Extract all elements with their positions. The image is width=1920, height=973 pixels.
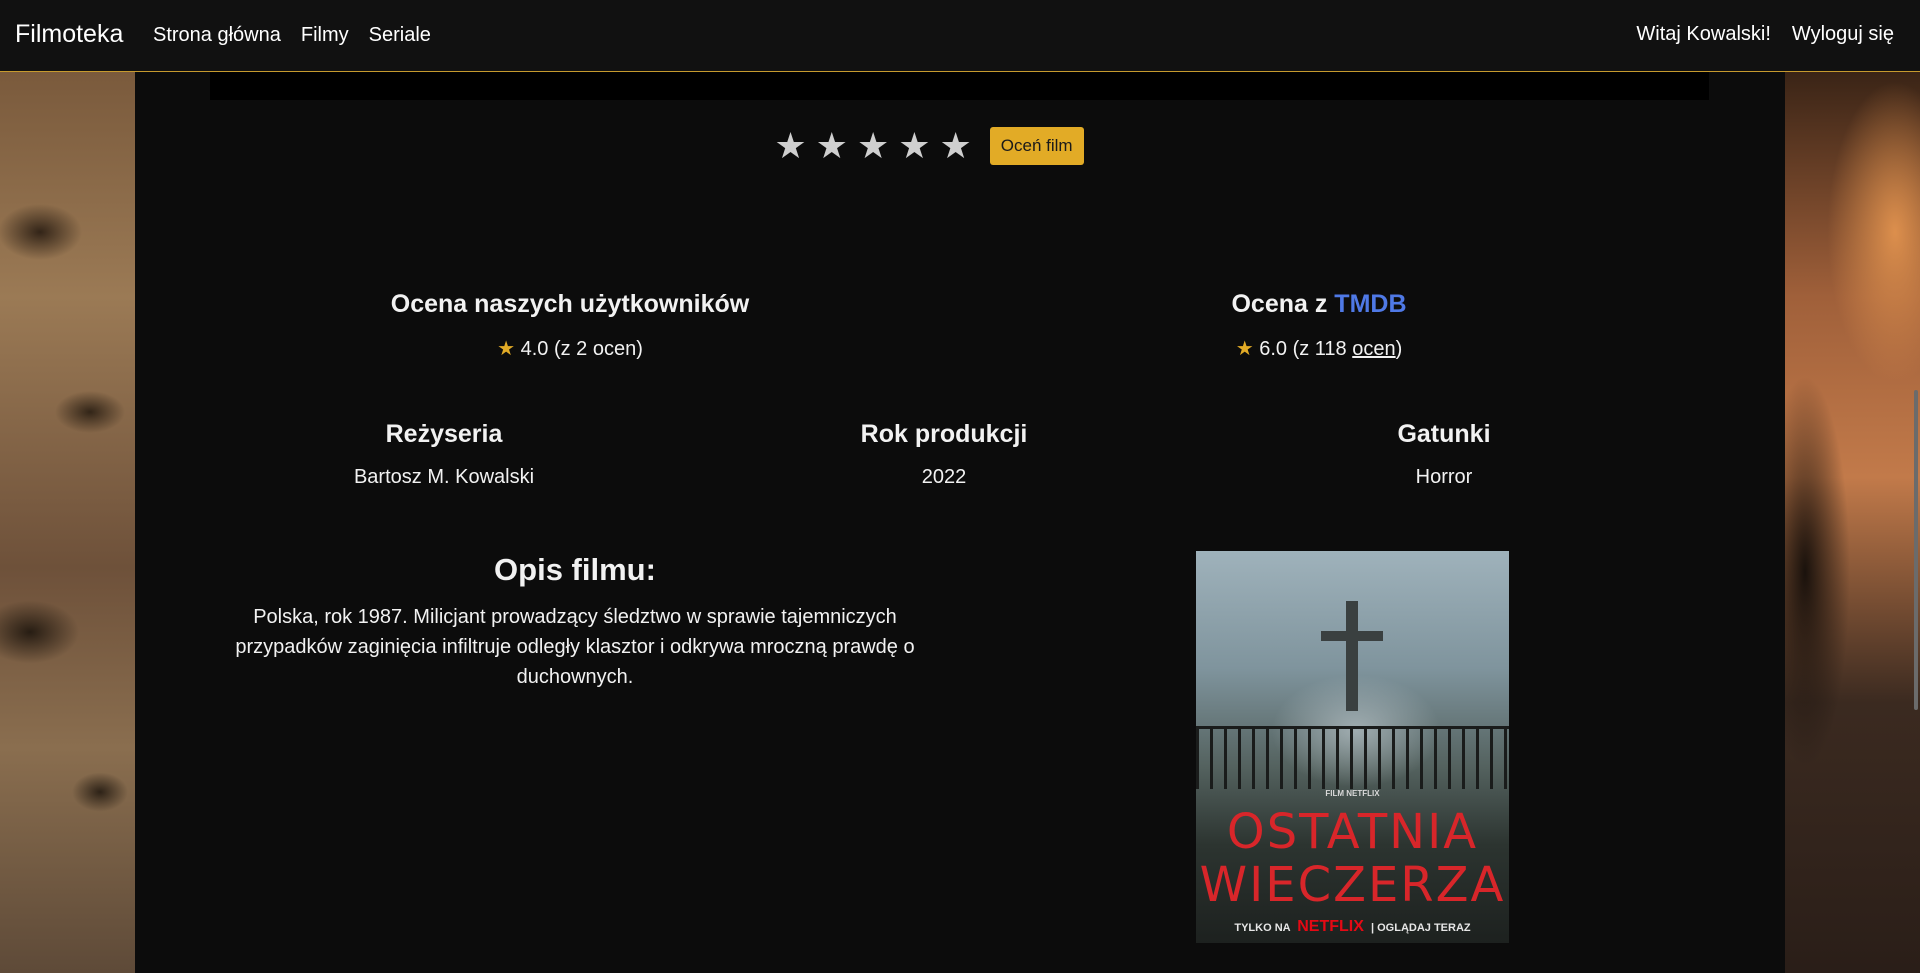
- poster-footer: TYLKO NA NETFLIX | OGLĄDAJ TERAZ: [1196, 918, 1509, 936]
- nav-link-series[interactable]: Seriale: [369, 24, 431, 47]
- movie-description: Opis filmu: Polska, rok 1987. Milicjant …: [225, 552, 925, 692]
- tmdb-score-title: Ocena z TMDB: [1069, 290, 1569, 319]
- rate-movie-button[interactable]: Oceń film: [989, 127, 1084, 165]
- navbar: Filmoteka Strona główna Filmy Seriale Wi…: [0, 0, 1920, 72]
- nav-user: Witaj Kowalski! Wyloguj się: [1615, 23, 1894, 46]
- poster-footer-left: TYLKO NA: [1234, 922, 1291, 934]
- users-score-title: Ocena naszych użytkowników: [390, 290, 750, 318]
- users-score: Ocena naszych użytkowników ★ 4.0 (z 2 oc…: [320, 290, 820, 361]
- poster-footer-right: OGLĄDAJ TERAZ: [1377, 922, 1471, 934]
- poster-title-line2: WIECZERZA: [1199, 857, 1506, 913]
- star-icon: ★: [497, 338, 516, 360]
- tmdb-score: Ocena z TMDB ★ 6.0 (z 118 ocen): [1069, 290, 1569, 361]
- year-info: Rok produkcji 2022: [744, 420, 1144, 489]
- star-5-icon[interactable]: ★: [940, 128, 972, 164]
- poster-title-line1: OSTATNIA: [1226, 804, 1479, 860]
- star-1-icon[interactable]: ★: [774, 128, 806, 164]
- rating-form: ★ ★ ★ ★ ★ Oceń film: [135, 127, 1785, 165]
- poster-fence: [1196, 726, 1509, 789]
- star-3-icon[interactable]: ★: [857, 128, 889, 164]
- director-info: Reżyseria Bartosz M. Kowalski: [244, 420, 644, 489]
- logout-link[interactable]: Wyloguj się: [1792, 23, 1894, 46]
- genre-value: Horror: [1415, 466, 1473, 488]
- star-2-icon[interactable]: ★: [816, 128, 848, 164]
- users-score-value: ★ 4.0 (z 2 ocen): [320, 336, 820, 361]
- description-text: Polska, rok 1987. Milicjant prowadzący ś…: [235, 606, 915, 688]
- trailer-player-bottom[interactable]: [210, 72, 1709, 100]
- tmdb-link[interactable]: TMDB: [1334, 290, 1406, 318]
- year-value: 2022: [921, 466, 967, 488]
- tmdb-score-value: ★ 6.0 (z 118 ocen): [1069, 336, 1569, 361]
- movie-poster: FILM NETFLIX OSTATNIA WIECZERZA TYLKO NA…: [1196, 551, 1509, 943]
- genre-title: Gatunki: [1397, 420, 1491, 448]
- description-title: Opis filmu:: [494, 552, 656, 587]
- year-title: Rok produkcji: [860, 420, 1028, 448]
- director-value: Bartosz M. Kowalski: [353, 466, 535, 488]
- users-score-text: 4.0 (z 2 ocen): [520, 338, 643, 360]
- movie-details: ★ ★ ★ ★ ★ Oceń film Ocena naszych użytko…: [135, 72, 1785, 973]
- nav-link-movies[interactable]: Filmy: [301, 24, 349, 47]
- tmdb-votes-link[interactable]: ocen: [1352, 338, 1395, 360]
- poster-cross: [1346, 601, 1358, 711]
- brand-link[interactable]: Filmoteka: [15, 20, 123, 49]
- director-title: Reżyseria: [385, 420, 503, 448]
- poster-tagline: FILM NETFLIX: [1325, 789, 1380, 798]
- background-left-scenery: [0, 72, 135, 973]
- nav-link-home[interactable]: Strona główna: [153, 24, 281, 47]
- genre-info: Gatunki Horror: [1244, 420, 1644, 489]
- tmdb-score-text: 6.0 (z 118: [1259, 338, 1353, 360]
- tmdb-title-prefix: Ocena z: [1231, 290, 1335, 318]
- poster-cross-arm: [1321, 631, 1383, 641]
- star-rating: ★ ★ ★ ★ ★: [774, 128, 971, 164]
- background-right-scenery: [1785, 72, 1920, 973]
- page-scrollbar[interactable]: [1914, 390, 1918, 710]
- poster-footer-sep: |: [1370, 922, 1375, 934]
- tmdb-score-suffix: ): [1395, 338, 1403, 360]
- nav-links: Strona główna Filmy Seriale: [153, 24, 451, 47]
- star-icon: ★: [1235, 338, 1254, 360]
- star-4-icon[interactable]: ★: [898, 128, 930, 164]
- greeting-link[interactable]: Witaj Kowalski!: [1636, 23, 1770, 46]
- netflix-logo: NETFLIX: [1297, 918, 1364, 935]
